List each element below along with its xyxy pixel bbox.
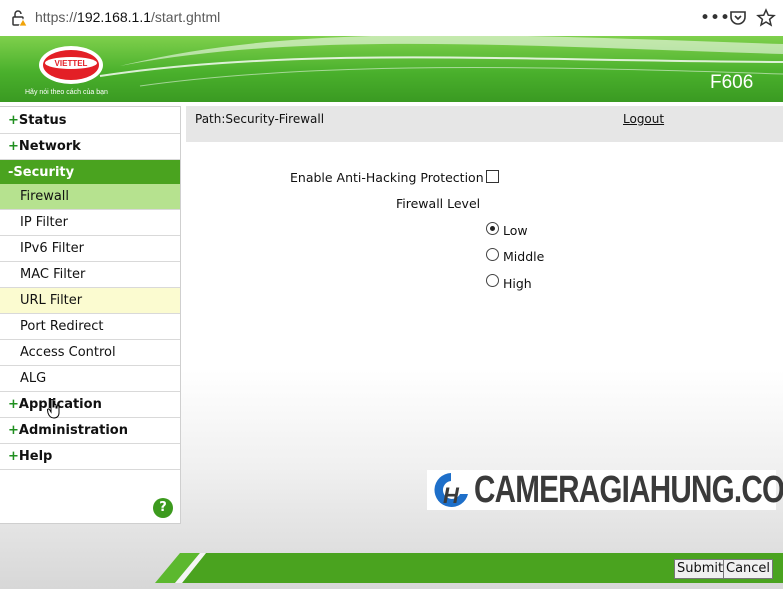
anti-hacking-checkbox[interactable] (486, 170, 499, 183)
sidebar-item-help[interactable]: +Help (0, 444, 180, 470)
more-icon[interactable]: ••• (700, 8, 730, 28)
model-name: F606 (710, 72, 754, 93)
hand-cursor-icon (47, 399, 60, 419)
anti-hacking-label: Enable Anti-Hacking Protection (290, 170, 484, 185)
viettel-logo: VIETTEL (39, 46, 103, 84)
logout-link[interactable]: Logout (623, 112, 664, 126)
svg-text:H: H (443, 483, 460, 508)
firewall-level-middle-label: Middle (503, 249, 545, 264)
sidebar-item-ip-filter[interactable]: IP Filter (0, 210, 180, 236)
header-banner (0, 36, 783, 102)
footer-bar (155, 553, 783, 583)
bookmark-star-icon[interactable] (756, 8, 776, 28)
sidebar-item-alg[interactable]: ALG (0, 366, 180, 392)
firewall-level-high-radio[interactable] (486, 274, 499, 287)
sidebar-item-security[interactable]: -Security (0, 160, 180, 186)
help-icon[interactable]: ? (153, 498, 173, 518)
sidebar-item-url-filter[interactable]: URL Filter (0, 288, 180, 314)
svg-text:VIETTEL: VIETTEL (55, 59, 88, 68)
slogan-text: Hãy nói theo cách của bạn (25, 89, 108, 96)
sidebar-item-administration[interactable]: +Administration (0, 418, 180, 444)
sidebar-item-port-redirect[interactable]: Port Redirect (0, 314, 180, 340)
browser-url-bar[interactable]: https://192.168.1.1/start.ghtml ••• (0, 0, 783, 37)
banner-swoosh (99, 36, 783, 87)
sidebar-item-access-control[interactable]: Access Control (0, 340, 180, 366)
sidebar-item-status[interactable]: +Status (0, 108, 180, 134)
lock-warning-icon[interactable] (10, 9, 28, 27)
sidebar-item-firewall[interactable]: Firewall (0, 184, 180, 210)
firewall-level-label: Firewall Level (396, 196, 481, 211)
sidebar-item-mac-filter[interactable]: MAC Filter (0, 262, 180, 288)
sidebar-item-application[interactable]: +Application (0, 392, 180, 418)
breadcrumb: Path:Security-Firewall (195, 112, 325, 126)
firewall-level-low-label: Low (503, 223, 528, 238)
cancel-button[interactable]: Cancel (723, 559, 774, 579)
watermark-text: CAMERAGIAHUNG.COM (474, 469, 783, 511)
sidebar-item-ipv6-filter[interactable]: IPv6 Filter (0, 236, 180, 262)
firewall-level-low-radio[interactable] (486, 222, 499, 235)
sidebar-item-network[interactable]: +Network (0, 134, 180, 160)
firewall-level-high-label: High (503, 276, 532, 291)
firewall-level-middle-radio[interactable] (486, 248, 499, 261)
submit-button[interactable]: Submit (674, 559, 727, 579)
url-text[interactable]: https://192.168.1.1/start.ghtml (35, 9, 220, 25)
pocket-icon[interactable] (728, 8, 748, 28)
watermark-logo-icon: H (434, 473, 468, 508)
